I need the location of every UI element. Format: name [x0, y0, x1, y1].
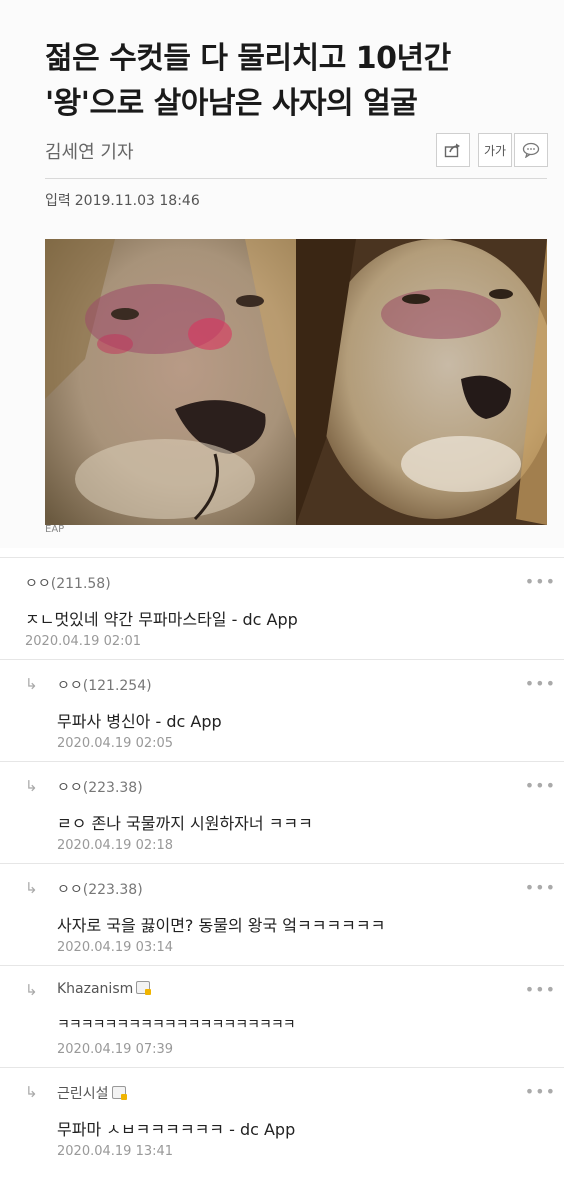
comment-date: 2020.04.19 13:41	[57, 1144, 174, 1159]
date-value: 2019.11.03 18:46	[74, 193, 200, 209]
lion-photo-right	[296, 239, 547, 525]
reply-item: ↳ ㅇㅇ(223.38) ••• ㄹㅇ 존나 국물까지 시원하자너 ㅋㅋㅋ 20…	[0, 761, 564, 864]
comment-date: 2020.04.19 02:05	[57, 736, 174, 751]
font-size-button[interactable]: 가가	[478, 133, 512, 167]
comment-author[interactable]: ㅇㅇ(223.38)	[57, 777, 143, 797]
comment-text: ㅈㄴ멋있네 약간 무파마스타일 - dc App	[25, 610, 298, 629]
reporter-name: 김세연 기자	[45, 142, 134, 163]
more-options-icon[interactable]: •••	[525, 674, 556, 693]
comment-text: ㄹㅇ 존나 국물까지 시원하자너 ㅋㅋㅋ	[57, 814, 313, 833]
date-label: 입력	[45, 193, 71, 209]
more-options-icon[interactable]: •••	[525, 572, 556, 591]
article-header: 젊은 수컷들 다 물리치고 10년간 '왕'으로 살아남은 사자의 얼굴 김세연…	[0, 0, 564, 548]
comment-author[interactable]: Khazanism	[57, 981, 152, 997]
reply-arrow-icon: ↳	[25, 879, 38, 897]
headline-line-2: '왕'으로 살아남은 사자의 얼굴	[45, 86, 418, 121]
speech-bubble-icon	[522, 142, 540, 158]
author-ip: (211.58)	[50, 576, 111, 592]
comment-date: 2020.04.19 03:14	[57, 940, 174, 955]
comment-author[interactable]: ㅇㅇ(121.254)	[57, 675, 152, 695]
author-ip: (223.38)	[82, 882, 143, 898]
header-divider	[45, 178, 547, 179]
reply-arrow-icon: ↳	[25, 981, 38, 999]
author-nickname: ㅇㅇ	[25, 576, 51, 592]
share-icon	[444, 143, 460, 158]
comment-text: 무파마 ㅅㅂㅋㅋㅋㅋㅋㅋ - dc App	[57, 1120, 296, 1139]
more-options-icon[interactable]: •••	[525, 776, 556, 795]
comment-date: 2020.04.19 02:18	[57, 838, 174, 853]
comment-text: 무파사 병신아 - dc App	[57, 712, 222, 731]
comment-author[interactable]: ㅇㅇ(223.38)	[57, 879, 143, 899]
comment-date: 2020.04.19 02:01	[25, 634, 142, 649]
headline-line-1: 젊은 수컷들 다 물리치고 10년간	[45, 41, 451, 76]
reply-item: ↳ ㅇㅇ(223.38) ••• 사자로 국을 끓이면? 동물의 왕국 엌ㅋㅋㅋ…	[0, 863, 564, 966]
reply-item: ↳ Khazanism ••• ㅋㅋㅋㅋㅋㅋㅋㅋㅋㅋㅋㅋㅋㅋㅋㅋㅋㅋㅋㅋ 202…	[0, 965, 564, 1068]
member-badge-icon	[136, 981, 152, 995]
reply-arrow-icon: ↳	[25, 675, 38, 693]
publish-date: 입력 2019.11.03 18:46	[45, 190, 200, 210]
reply-item: ↳ ㅇㅇ(121.254) ••• 무파사 병신아 - dc App 2020.…	[0, 659, 564, 762]
author-ip: (223.38)	[82, 780, 143, 796]
more-options-icon[interactable]: •••	[525, 980, 556, 999]
reply-arrow-icon: ↳	[25, 777, 38, 795]
author-nickname: Khazanism	[57, 981, 134, 997]
article-headline: 젊은 수컷들 다 물리치고 10년간 '왕'으로 살아남은 사자의 얼굴	[45, 36, 525, 126]
comment-item: ㅇㅇ(211.58) ••• ㅈㄴ멋있네 약간 무파마스타일 - dc App …	[0, 557, 564, 660]
comment-author[interactable]: ㅇㅇ(211.58)	[25, 573, 111, 593]
author-nickname: 근린시설	[57, 1086, 109, 1102]
author-nickname: ㅇㅇ	[57, 882, 83, 898]
photo-caption-fragment: EAP	[45, 524, 65, 535]
author-nickname: ㅇㅇ	[57, 678, 83, 694]
font-size-label: 가가	[483, 143, 507, 158]
comment-button[interactable]	[514, 133, 548, 167]
author-nickname: ㅇㅇ	[57, 780, 83, 796]
member-badge-icon	[111, 1086, 127, 1100]
reply-arrow-icon: ↳	[25, 1083, 38, 1101]
author-ip: (121.254)	[82, 678, 152, 694]
more-options-icon[interactable]: •••	[525, 1082, 556, 1101]
reply-item: ↳ 근린시설 ••• 무파마 ㅅㅂㅋㅋㅋㅋㅋㅋ - dc App 2020.04…	[0, 1067, 564, 1178]
lion-photo-left	[45, 239, 296, 525]
comment-text: 사자로 국을 끓이면? 동물의 왕국 엌ㅋㅋㅋㅋㅋㅋ	[57, 916, 386, 935]
share-button[interactable]	[436, 133, 470, 167]
comment-date: 2020.04.19 07:39	[57, 1042, 174, 1057]
comment-text: ㅋㅋㅋㅋㅋㅋㅋㅋㅋㅋㅋㅋㅋㅋㅋㅋㅋㅋㅋㅋ	[57, 1017, 296, 1033]
more-options-icon[interactable]: •••	[525, 878, 556, 897]
comment-author[interactable]: 근린시설	[57, 1083, 127, 1103]
